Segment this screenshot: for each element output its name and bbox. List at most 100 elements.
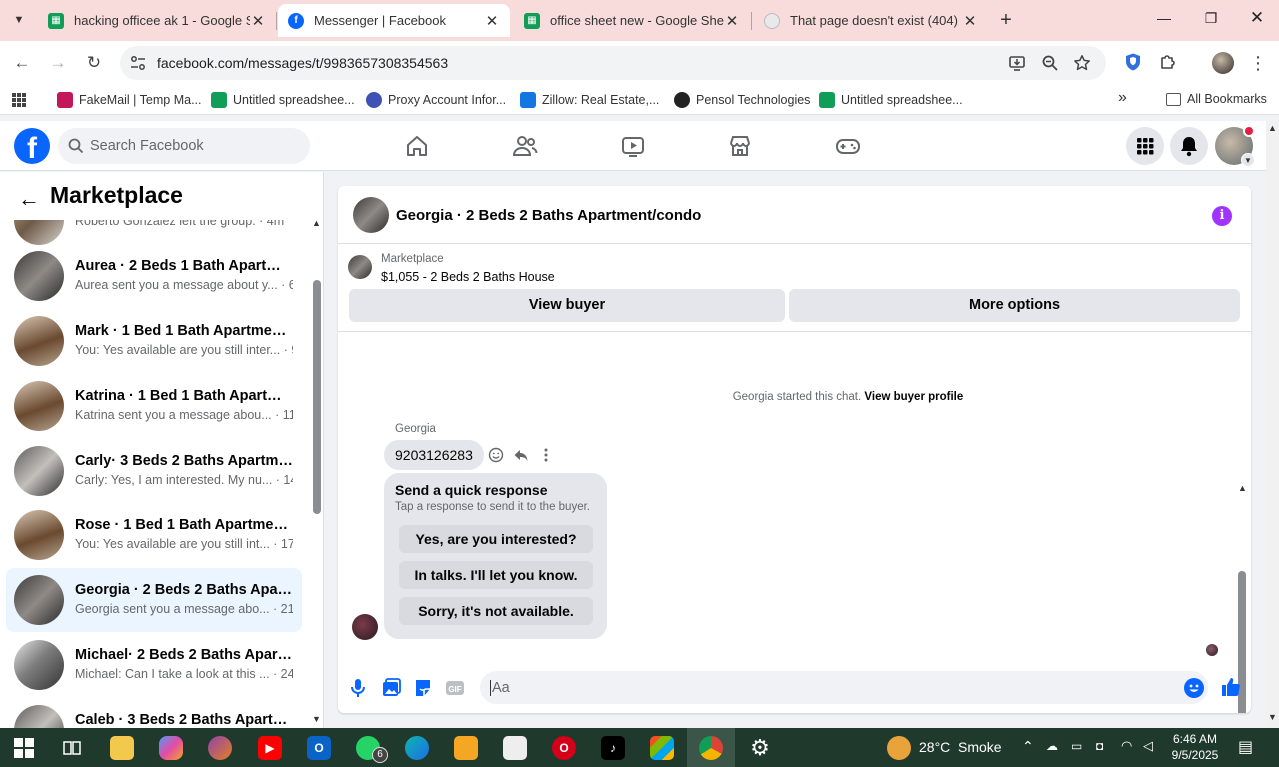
conversation-item[interactable]: Michael· 2 Beds 2 Baths Apartm... Michae… [6, 633, 302, 697]
weather-condition[interactable]: Smoke [958, 739, 1002, 755]
install-app-icon[interactable] [1008, 54, 1026, 72]
address-bar[interactable]: facebook.com/messages/t/9983657308354563 [120, 46, 1106, 80]
clock-time[interactable]: 6:46 AM [1165, 732, 1225, 746]
reply-icon[interactable] [513, 447, 529, 463]
minimize-window-icon[interactable]: — [1149, 10, 1179, 26]
app-icon[interactable] [208, 736, 232, 760]
task-view-icon[interactable] [62, 738, 82, 758]
quick-reply-interested-button[interactable]: Yes, are you interested? [399, 525, 593, 553]
conversation-item[interactable]: Katrina · 1 Bed 1 Bath Apartmen... Katri… [6, 374, 302, 438]
scroll-up-icon[interactable]: ▲ [1268, 123, 1277, 133]
friends-icon[interactable] [512, 133, 538, 159]
chevron-up-icon[interactable]: ⌃ [1022, 738, 1034, 755]
outlook-icon[interactable]: O [307, 736, 331, 760]
extensions-puzzle-icon[interactable] [1158, 52, 1178, 72]
menu-button[interactable] [1126, 127, 1164, 165]
close-tab-icon[interactable]: ✕ [484, 12, 500, 30]
close-tab-icon[interactable]: ✕ [962, 12, 978, 30]
chat-avatar[interactable] [353, 197, 389, 233]
conversation-item[interactable]: Aurea · 2 Beds 1 Bath Apartmen... Aurea … [6, 244, 302, 308]
notification-center-icon[interactable]: ▤ [1238, 737, 1253, 757]
microsoft-store-icon[interactable] [650, 736, 674, 760]
scroll-down-icon[interactable]: ▼ [312, 714, 321, 724]
conversation-item[interactable]: Caleb · 3 Beds 2 Baths Apartme... [6, 698, 302, 728]
more-options-button[interactable]: More options [789, 289, 1240, 322]
reload-icon[interactable]: ↻ [84, 53, 104, 73]
weather-temp[interactable]: 28°C [919, 739, 950, 755]
scroll-down-icon[interactable]: ▼ [1268, 712, 1277, 722]
conversation-item[interactable]: Mark · 1 Bed 1 Bath Apartment/... You: Y… [6, 309, 302, 373]
back-arrow-icon[interactable]: ← [12, 53, 32, 73]
microphone-icon[interactable] [347, 677, 369, 699]
conversation-item[interactable]: Rose · 1 Bed 1 Bath Apartment/c... You: … [6, 503, 302, 567]
profile-avatar[interactable] [1212, 52, 1234, 74]
badge-app-icon[interactable] [454, 736, 478, 760]
windows-start-icon[interactable] [14, 738, 34, 758]
youtube-icon[interactable]: ▶ [258, 736, 282, 760]
message-input[interactable]: Aa [480, 671, 1208, 704]
all-bookmarks[interactable]: All Bookmarks [1166, 92, 1267, 106]
apps-grid-icon[interactable] [11, 92, 27, 108]
gaming-icon[interactable] [835, 133, 861, 159]
conversation-item-active[interactable]: Georgia · 2 Beds 2 Baths Apart... Georgi… [6, 568, 302, 632]
close-window-icon[interactable]: ✕ [1242, 8, 1272, 28]
info-icon[interactable]: i [1212, 206, 1232, 226]
settings-app-icon[interactable] [503, 736, 527, 760]
shield-extension-icon[interactable] [1123, 52, 1143, 72]
tab-office-sheet[interactable]: ▦ office sheet new - Google Sheets ✕ [514, 4, 750, 37]
bookmark-star-icon[interactable] [1073, 54, 1091, 72]
bookmark-zillow[interactable]: Zillow: Real Estate,... [520, 92, 659, 108]
facebook-logo[interactable]: f [14, 128, 50, 164]
volume-icon[interactable]: ◁ [1143, 738, 1153, 754]
tab-hacking-sheet[interactable]: ▦ hacking officee ak 1 - Google Sh ✕ [38, 4, 276, 37]
gif-icon[interactable]: GIF [444, 677, 466, 699]
facebook-search-input[interactable]: Search Facebook [58, 128, 310, 164]
tab-messenger[interactable]: f Messenger | Facebook ✕ [278, 4, 510, 37]
file-explorer-icon[interactable] [110, 736, 134, 760]
chrome-menu-icon[interactable]: ⋮ [1248, 53, 1268, 73]
tab-search-chevron-icon[interactable]: ▼ [8, 9, 30, 31]
bookmark-proxy-account[interactable]: Proxy Account Infor... [366, 92, 506, 108]
weather-icon[interactable] [887, 736, 911, 760]
edge-icon[interactable] [405, 736, 429, 760]
zoom-icon[interactable] [1041, 54, 1059, 72]
marketplace-icon[interactable] [727, 133, 753, 159]
home-icon[interactable] [404, 133, 430, 159]
tab-404-page[interactable]: That page doesn't exist (404) - F ✕ [754, 4, 988, 37]
page-scrollbar[interactable]: ▲ ▼ [1266, 121, 1279, 728]
chrome-icon[interactable] [699, 736, 723, 760]
bookmark-pensol[interactable]: Pensol Technologies [674, 92, 810, 108]
opera-icon[interactable]: O [552, 736, 576, 760]
sticker-icon[interactable] [412, 677, 434, 699]
back-arrow-icon[interactable]: ← [18, 186, 40, 212]
more-actions-icon[interactable] [538, 447, 554, 463]
onedrive-icon[interactable]: ☁ [1046, 739, 1058, 753]
sender-avatar[interactable] [352, 614, 378, 640]
new-tab-button[interactable]: + [994, 9, 1018, 32]
message-bubble[interactable]: 9203126283 [384, 440, 484, 470]
scrollbar-thumb[interactable] [313, 280, 321, 514]
forward-arrow-icon[interactable]: → [48, 53, 68, 73]
photo-icon[interactable] [380, 677, 402, 699]
more-bookmarks-icon[interactable]: » [1118, 89, 1127, 107]
bookmark-fakemail[interactable]: FakeMail | Temp Ma... [57, 92, 202, 108]
camera-icon[interactable]: ◘ [1096, 739, 1103, 753]
scroll-up-icon[interactable]: ▲ [1238, 483, 1247, 493]
chat-title[interactable]: Georgia · 2 Beds 2 Baths Apartment/condo [396, 207, 701, 224]
battery-icon[interactable]: ▭ [1071, 739, 1082, 753]
restore-window-icon[interactable]: ❐ [1196, 10, 1226, 27]
listing-thumbnail[interactable] [348, 255, 372, 279]
close-tab-icon[interactable]: ✕ [724, 12, 740, 30]
thumbs-up-icon[interactable] [1220, 676, 1242, 698]
gear-icon[interactable]: ⚙ [748, 735, 772, 760]
wifi-icon[interactable]: ◠ [1121, 738, 1132, 754]
bookmark-untitled-spreadsheet-2[interactable]: Untitled spreadshee... [819, 92, 963, 108]
close-tab-icon[interactable]: ✕ [250, 12, 266, 30]
conversation-list-scrollbar[interactable]: ▲ ▼ [312, 218, 322, 724]
site-settings-icon[interactable] [130, 55, 146, 71]
notifications-button[interactable] [1170, 127, 1208, 165]
view-buyer-button[interactable]: View buyer [349, 289, 785, 322]
listing-price[interactable]: $1,055 - 2 Beds 2 Baths House [381, 270, 555, 284]
quick-reply-not-available-button[interactable]: Sorry, it's not available. [399, 597, 593, 625]
view-buyer-profile-link[interactable]: View buyer profile [864, 391, 963, 403]
